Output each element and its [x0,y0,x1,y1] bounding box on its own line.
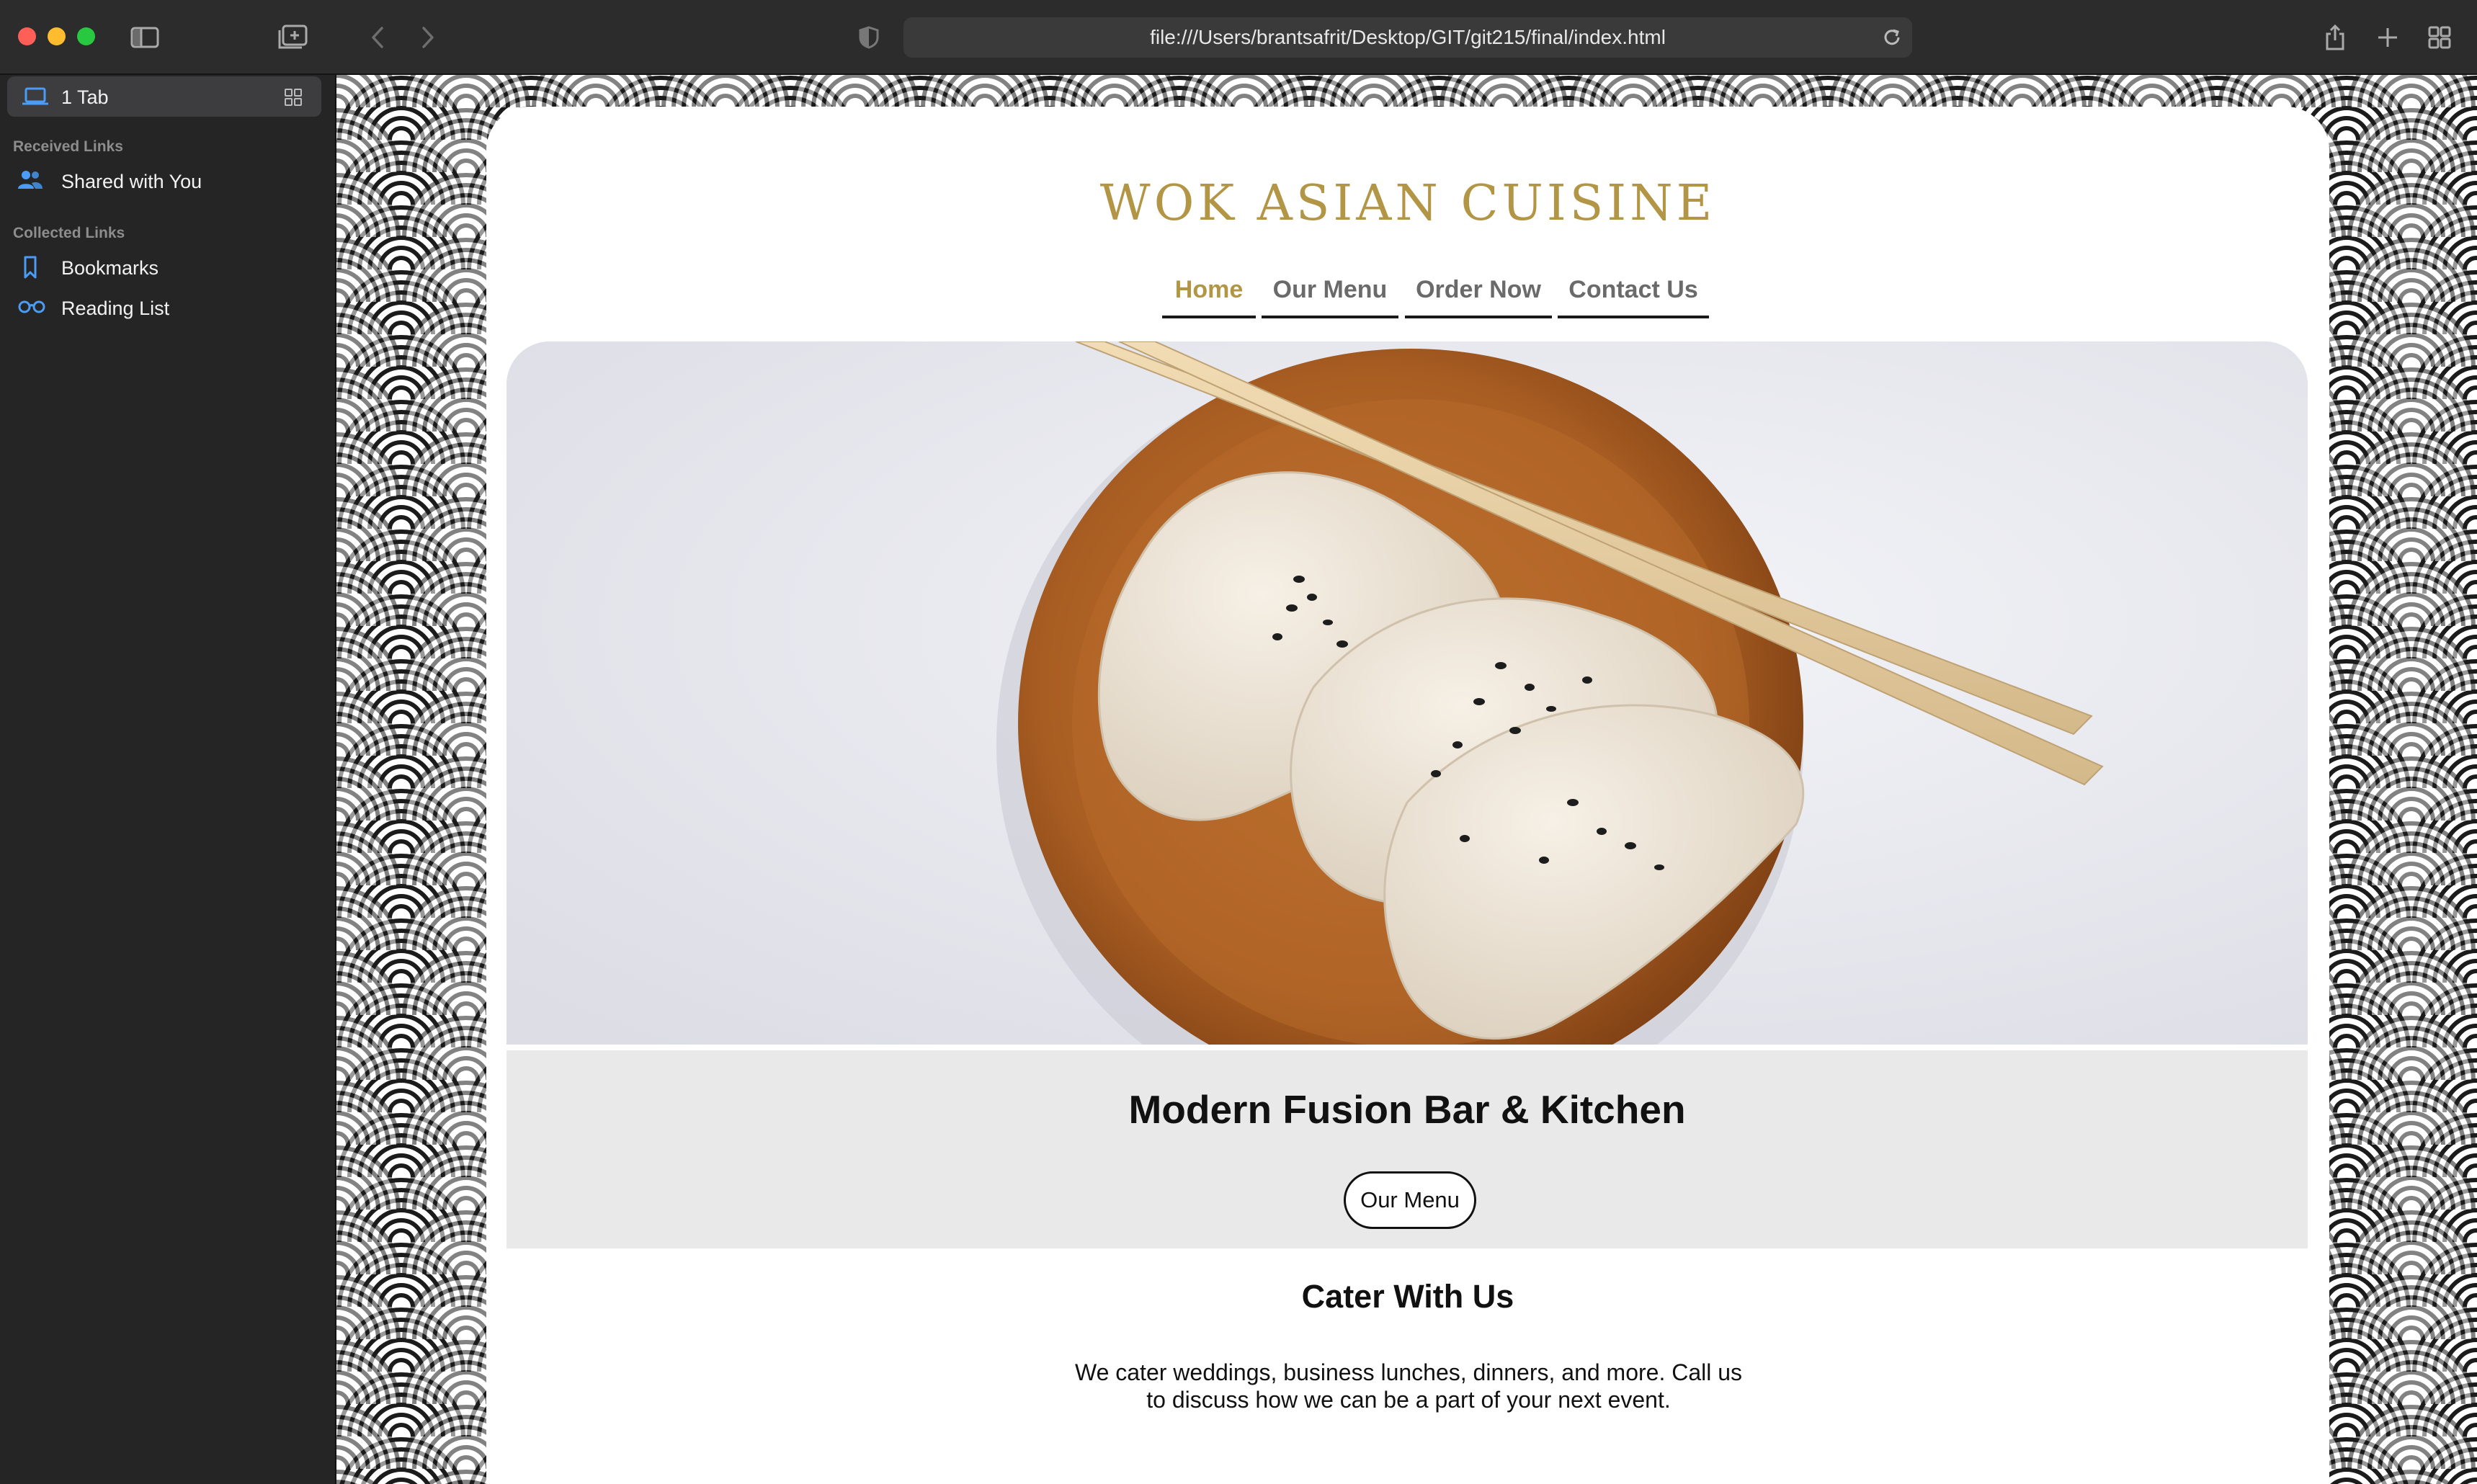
tab-overview-icon[interactable] [2421,19,2458,56]
nav-order-now-link[interactable]: Order Now [1405,268,1552,318]
address-bar[interactable]: file:///Users/brantsafrit/Desktop/GIT/gi… [903,17,1912,58]
sidebar-item-shared-with-you[interactable]: Shared with You [17,164,320,199]
sidebar-item-reading-list[interactable]: Reading List [17,291,320,326]
url-text: file:///Users/brantsafrit/Desktop/GIT/gi… [1150,26,1666,48]
shared-with-you-label: Shared with You [61,171,202,192]
sidebar: 1 Tab Received Links Shared with You Col… [0,75,336,1484]
close-window-button[interactable] [18,27,36,45]
share-icon[interactable] [2316,19,2354,56]
nav-home-link[interactable]: Home [1162,268,1256,318]
shared-people-icon [17,169,43,195]
tab-count-label: 1 Tab [61,86,109,108]
bookmarks-label: Bookmarks [61,257,159,279]
main-nav: Home Our Menu Order Now Contact Us [486,268,2329,318]
collected-links-heading: Collected Links [13,225,125,241]
sidebar-toggle-icon[interactable] [126,19,164,56]
hero-band: Modern Fusion Bar & Kitchen Our Menu [506,1050,2308,1248]
new-tab-icon[interactable] [2369,19,2406,56]
hero-heading: Modern Fusion Bar & Kitchen [1128,1087,1686,1132]
zoom-window-button[interactable] [77,27,95,45]
new-tab-group-icon[interactable] [274,19,311,56]
reading-list-label: Reading List [61,298,170,319]
reading-list-icon [17,295,46,322]
forward-icon[interactable] [409,19,447,56]
reload-icon[interactable] [1880,26,1904,54]
back-icon[interactable] [359,19,396,56]
hero-image [506,341,2308,1045]
privacy-shield-icon[interactable] [850,19,888,56]
cater-paragraph: We cater weddings, business lunches, din… [1074,1359,1743,1413]
site-title: WOK ASIAN CUISINE [1099,175,1716,232]
sidebar-tab-item[interactable]: 1 Tab [7,76,321,117]
laptop-icon [22,86,49,110]
minimize-window-button[interactable] [48,27,66,45]
nav-our-menu-link[interactable]: Our Menu [1262,268,1398,318]
tab-grid-icon[interactable] [284,88,303,110]
our-menu-button[interactable]: Our Menu [1344,1171,1476,1229]
nav-contact-us-link[interactable]: Contact Us [1558,268,1709,318]
bookmark-icon [17,255,43,283]
received-links-heading: Received Links [13,138,123,155]
web-viewport: WOK ASIAN CUISINE Home Our Menu Order No… [336,75,2477,1484]
cater-heading: Cater With Us [1301,1278,1514,1315]
page-container: WOK ASIAN CUISINE Home Our Menu Order No… [486,107,2329,1484]
sidebar-item-bookmarks[interactable]: Bookmarks [17,251,320,285]
browser-toolbar: file:///Users/brantsafrit/Desktop/GIT/gi… [0,0,2477,75]
